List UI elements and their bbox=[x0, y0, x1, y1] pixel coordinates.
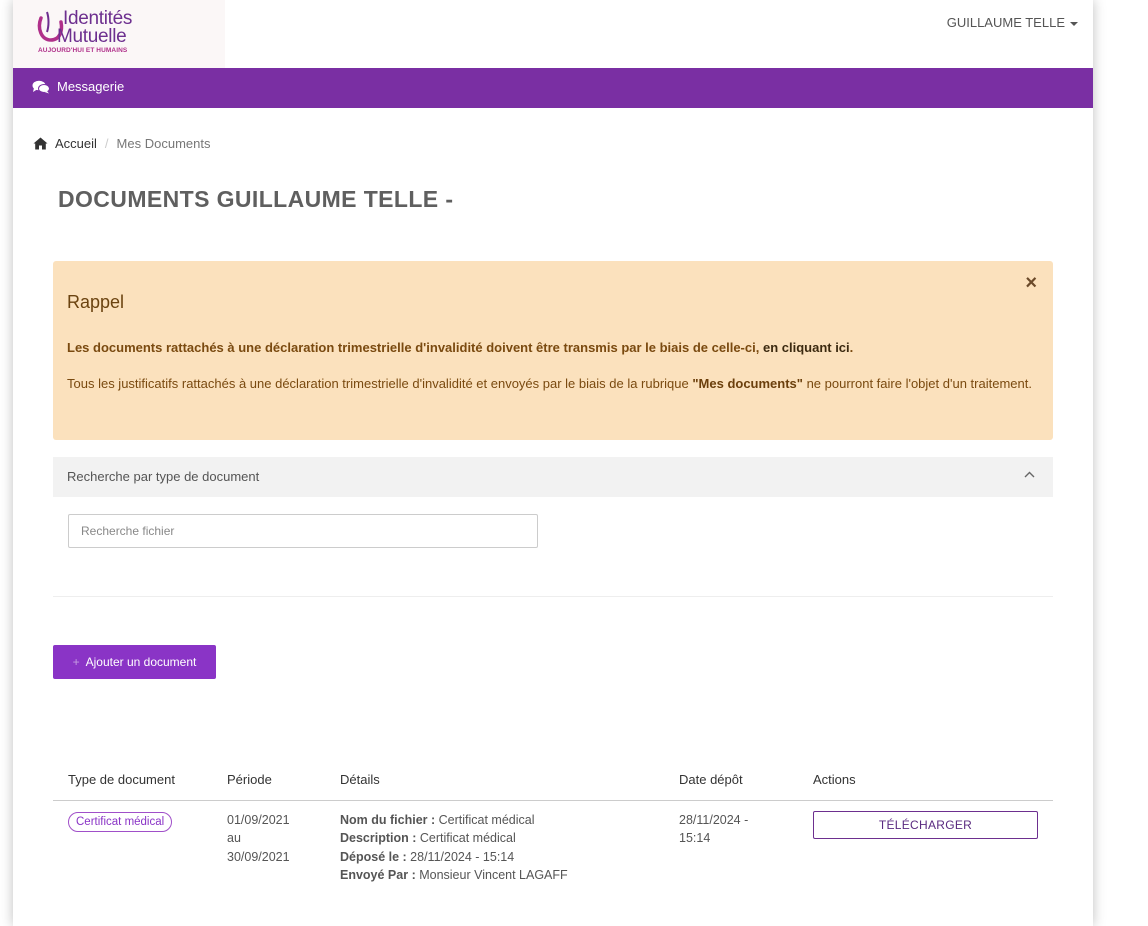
comments-icon bbox=[32, 80, 50, 93]
breadcrumb-separator: / bbox=[104, 136, 109, 151]
table-header-divider bbox=[53, 800, 1053, 801]
caret-down-icon bbox=[1070, 21, 1078, 26]
user-menu[interactable]: GUILLAUME TELLE bbox=[947, 15, 1078, 30]
document-type-badge: Certificat médical bbox=[68, 812, 173, 832]
detail-nom-label: Nom du fichier : bbox=[340, 813, 436, 827]
detail-envoye-label: Envoyé Par : bbox=[340, 867, 416, 882]
periode-from: 01/09/2021 bbox=[227, 813, 290, 827]
detail-depose-value: 28/11/2024 - 15:14 bbox=[410, 849, 515, 864]
alert-p1-text: Les documents rattachés à une déclaratio… bbox=[67, 340, 760, 355]
column-header-details: Détails bbox=[340, 772, 380, 787]
logo[interactable]: Identités Mutuelle AUJOURD'HUI ET HUMAIN… bbox=[13, 0, 225, 68]
logo-text-line2: Mutuelle bbox=[57, 26, 127, 47]
detail-desc-label: Description : bbox=[340, 831, 417, 846]
detail-envoye-value: Monsieur Vincent LAGAFF bbox=[419, 867, 568, 882]
logo-tagline: AUJOURD'HUI ET HUMAINS bbox=[38, 47, 128, 54]
header: Identités Mutuelle AUJOURD'HUI ET HUMAIN… bbox=[13, 0, 1093, 68]
divider bbox=[53, 596, 1053, 597]
search-panel-header[interactable]: Recherche par type de document bbox=[53, 457, 1053, 497]
search-panel-title: Recherche par type de document bbox=[67, 469, 260, 484]
date-line-1: 28/11/2024 - bbox=[679, 813, 749, 827]
alert-p2-start: Tous les justificatifs rattachés à une d… bbox=[67, 376, 689, 391]
breadcrumb-current: Mes Documents bbox=[116, 136, 211, 151]
add-document-label: Ajouter un document bbox=[85, 655, 197, 669]
breadcrumb: Accueil / Mes Documents bbox=[33, 136, 210, 151]
alert-title: Rappel bbox=[67, 292, 125, 312]
periode-au: au bbox=[227, 831, 241, 846]
chevron-up-icon bbox=[1024, 471, 1035, 478]
breadcrumb-home-label: Accueil bbox=[55, 136, 97, 151]
detail-desc-value: Certificat médical bbox=[419, 831, 516, 846]
alert-p2-bold: "Mes documents" bbox=[692, 376, 803, 391]
detail-nom-value: Certificat médical bbox=[438, 813, 535, 827]
detail-description: Description : Certificat médical bbox=[340, 829, 568, 847]
alert-p1-end: . bbox=[849, 340, 854, 355]
nav-item-messagerie[interactable]: Messagerie bbox=[32, 79, 124, 94]
navbar: Messagerie bbox=[13, 68, 1093, 108]
close-icon[interactable]: × bbox=[1025, 273, 1037, 293]
alert-p2-end: ne pourront faire l'objet d'un traitemen… bbox=[806, 376, 1032, 391]
alert-paragraph-2: Tous les justificatifs rattachés à une d… bbox=[67, 374, 1037, 393]
plus-icon: + bbox=[72, 655, 80, 669]
periode-to: 30/09/2021 bbox=[227, 849, 290, 864]
column-header-type: Type de document bbox=[68, 772, 175, 787]
download-button[interactable]: TÉLÉCHARGER bbox=[813, 811, 1038, 839]
alert-paragraph-1: Les documents rattachés à une déclaratio… bbox=[67, 340, 1037, 355]
add-document-button[interactable]: + Ajouter un document bbox=[53, 645, 216, 679]
nav-item-label: Messagerie bbox=[57, 79, 125, 94]
page-title: DOCUMENTS GUILLAUME TELLE - bbox=[58, 186, 454, 212]
page: Identités Mutuelle AUJOURD'HUI ET HUMAIN… bbox=[13, 0, 1093, 926]
reminder-alert: Rappel × Les documents rattachés à une d… bbox=[53, 261, 1053, 440]
user-name: GUILLAUME TELLE bbox=[946, 15, 1065, 30]
search-input[interactable] bbox=[68, 514, 538, 548]
column-header-periode: Période bbox=[227, 772, 272, 787]
detail-nom: Nom du fichier : Certificat médical bbox=[340, 811, 568, 829]
detail-depose-label: Déposé le : bbox=[340, 849, 407, 864]
date-line-2: 15:14 bbox=[679, 831, 711, 846]
detail-envoye: Envoyé Par : Monsieur Vincent LAGAFF bbox=[340, 866, 568, 884]
details-cell: Nom du fichier : Certificat médical Desc… bbox=[340, 811, 568, 884]
home-icon bbox=[33, 137, 48, 150]
alert-link[interactable]: en cliquant ici bbox=[763, 340, 850, 355]
detail-depose: Déposé le : 28/11/2024 - 15:14 bbox=[340, 848, 568, 866]
date-cell: 28/11/2024 - 15:14 bbox=[679, 811, 748, 848]
breadcrumb-home[interactable]: Accueil bbox=[33, 136, 97, 151]
periode-cell: 01/09/2021 au 30/09/2021 bbox=[227, 811, 290, 866]
column-header-date: Date dépôt bbox=[679, 772, 743, 787]
column-header-actions: Actions bbox=[813, 772, 856, 787]
